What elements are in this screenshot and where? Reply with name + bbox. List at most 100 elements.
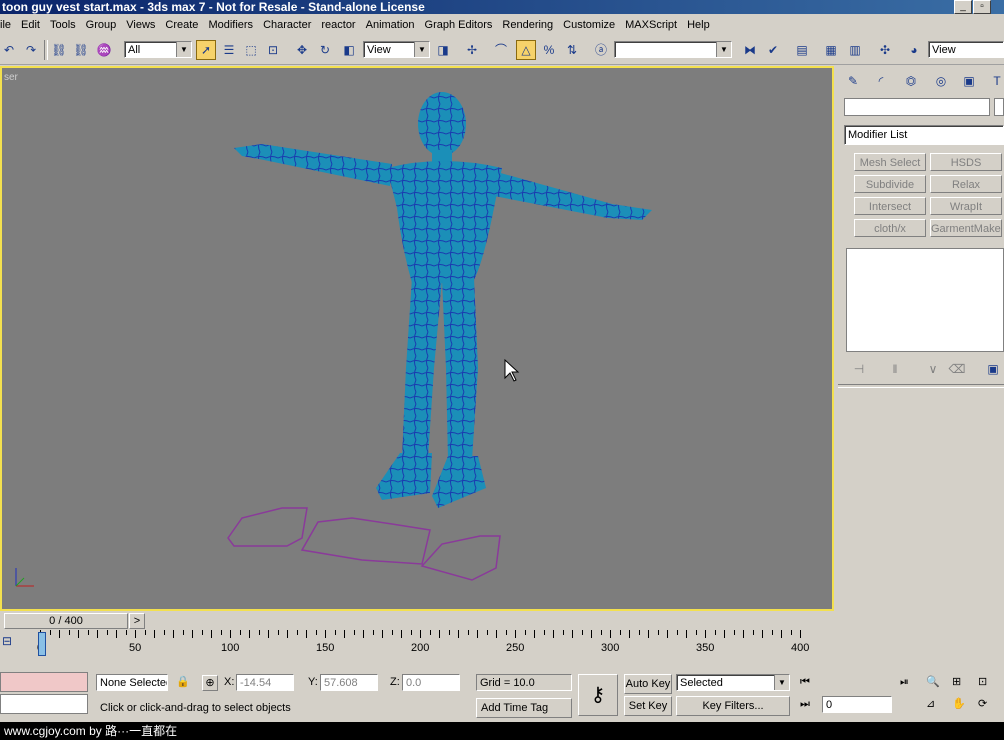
- select-and-link-icon[interactable]: ⛓: [50, 41, 68, 59]
- set-key-icon[interactable]: ⚷: [578, 674, 618, 716]
- utilities-tab-icon[interactable]: T: [988, 72, 1004, 90]
- show-end-result-icon[interactable]: ‖: [886, 360, 904, 378]
- object-color-swatch[interactable]: [994, 98, 1004, 116]
- menu-views[interactable]: Views: [121, 19, 160, 31]
- manipulate-icon[interactable]: ✢: [463, 41, 481, 59]
- menu-group[interactable]: Group: [81, 19, 122, 31]
- z-coord-field[interactable]: 0.0: [402, 674, 460, 691]
- wrapit-button[interactable]: WrapIt: [930, 197, 1002, 215]
- named-selection-dropdown[interactable]: ▼: [614, 41, 732, 58]
- relax-button[interactable]: Relax: [930, 175, 1002, 193]
- motion-tab-icon[interactable]: ◎: [932, 72, 950, 90]
- reference-coord-dropdown[interactable]: View ▼: [363, 41, 430, 58]
- arc-rotate-icon[interactable]: ⟳: [978, 696, 987, 713]
- modifier-list-dropdown[interactable]: Modifier List: [844, 125, 1004, 145]
- menu-graph-editors[interactable]: Graph Editors: [420, 19, 498, 31]
- display-tab-icon[interactable]: ▣: [960, 72, 978, 90]
- perspective-viewport[interactable]: ser: [0, 66, 834, 611]
- scale-icon[interactable]: ◧: [340, 41, 358, 59]
- zoom-extents-icon[interactable]: ⊡: [978, 674, 987, 691]
- maxscript-output-field[interactable]: [0, 694, 88, 714]
- menu-maxscript[interactable]: MAXScript: [620, 19, 682, 31]
- zoom-all-icon[interactable]: ⊞: [952, 674, 961, 691]
- track-bar[interactable]: ⊟ 050100150200250300350400: [0, 630, 836, 666]
- move-icon[interactable]: ✥: [293, 41, 311, 59]
- auto-key-button[interactable]: Auto Key: [624, 674, 672, 694]
- current-frame-field[interactable]: 0: [822, 696, 892, 713]
- key-mode-dropdown[interactable]: Selected ▼: [676, 674, 790, 691]
- redo-icon[interactable]: ↷: [22, 41, 40, 59]
- create-tab-icon[interactable]: ✎: [844, 72, 862, 90]
- intersect-button[interactable]: Intersect: [854, 197, 926, 215]
- menu-modifiers[interactable]: Modifiers: [203, 19, 258, 31]
- menu-customize[interactable]: Customize: [558, 19, 620, 31]
- selection-filter-dropdown[interactable]: All ▼: [124, 41, 192, 58]
- render-scene-icon[interactable]: ◕: [905, 41, 923, 59]
- key-mode-toggle-icon[interactable]: ⏭: [800, 696, 810, 713]
- go-to-start-icon[interactable]: ⏮: [800, 674, 810, 691]
- menu-animation[interactable]: Animation: [361, 19, 420, 31]
- named-selection-icon[interactable]: ⓐ: [592, 41, 610, 59]
- maxscript-listener-field[interactable]: [0, 672, 88, 692]
- schematic-view-icon[interactable]: ▥: [846, 41, 864, 59]
- play-icon[interactable]: ⏯: [900, 674, 909, 691]
- render-view-dropdown[interactable]: View: [928, 41, 1004, 58]
- pin-stack-icon[interactable]: ⊣: [850, 360, 868, 378]
- material-editor-icon[interactable]: ✣: [876, 41, 894, 59]
- track-bar-menu-icon[interactable]: ⊟: [2, 634, 12, 648]
- curve-editor-icon[interactable]: ▦: [822, 41, 840, 59]
- x-coord-field[interactable]: -14.54: [236, 674, 294, 691]
- menu-file[interactable]: ile: [0, 19, 16, 31]
- vest-pattern-shapes[interactable]: [227, 507, 501, 581]
- make-unique-icon[interactable]: ∨: [924, 360, 942, 378]
- menu-tools[interactable]: Tools: [45, 19, 81, 31]
- lock-selection-icon[interactable]: 🔒: [176, 674, 190, 691]
- modify-tab-icon[interactable]: ◜: [872, 72, 890, 90]
- subdivide-button[interactable]: Subdivide: [854, 175, 926, 193]
- pan-icon[interactable]: ✋: [952, 696, 966, 713]
- select-by-name-icon[interactable]: ☰: [220, 41, 238, 59]
- time-slider-marker[interactable]: [38, 632, 46, 656]
- rectangular-selection-icon[interactable]: ⬚: [242, 41, 260, 59]
- field-of-view-icon[interactable]: ⊿: [926, 696, 935, 713]
- zoom-icon[interactable]: 🔍: [926, 674, 940, 691]
- time-slider[interactable]: 0 / 400: [4, 613, 128, 629]
- menu-character[interactable]: Character: [258, 19, 316, 31]
- rotate-icon[interactable]: ↻: [316, 41, 334, 59]
- absolute-mode-icon[interactable]: ⊕: [202, 675, 218, 691]
- select-object-icon[interactable]: ➚: [196, 40, 216, 60]
- remove-modifier-icon[interactable]: ⌫: [948, 360, 966, 378]
- clothfx-button[interactable]: cloth/x: [854, 219, 926, 237]
- menu-create[interactable]: Create: [160, 19, 203, 31]
- menu-edit[interactable]: Edit: [16, 19, 45, 31]
- hsds-button[interactable]: HSDS: [930, 153, 1002, 171]
- angle-snap-icon[interactable]: △: [516, 40, 536, 60]
- character-mesh[interactable]: [234, 92, 652, 508]
- y-coord-field[interactable]: 57.608: [320, 674, 378, 691]
- add-time-tag-button[interactable]: Add Time Tag: [476, 698, 572, 718]
- pivot-center-icon[interactable]: ◨: [434, 41, 452, 59]
- modifier-stack-list[interactable]: [846, 248, 1004, 352]
- restore-button[interactable]: ▫: [973, 0, 991, 14]
- key-filters-button[interactable]: Key Filters...: [676, 696, 790, 716]
- spinner-snap-icon[interactable]: ⇅: [563, 41, 581, 59]
- menu-rendering[interactable]: Rendering: [497, 19, 558, 31]
- garmentmaker-button[interactable]: GarmentMaker: [930, 219, 1002, 237]
- bind-space-warp-icon[interactable]: ♒: [95, 41, 113, 59]
- percent-snap-icon[interactable]: %: [540, 41, 558, 59]
- next-frame-button[interactable]: >: [129, 613, 145, 629]
- unlink-icon[interactable]: ⛓: [72, 41, 90, 59]
- align-icon[interactable]: ✔: [764, 41, 782, 59]
- menu-help[interactable]: Help: [682, 19, 715, 31]
- menu-reactor[interactable]: reactor: [316, 19, 360, 31]
- hierarchy-tab-icon[interactable]: ⏣: [902, 72, 920, 90]
- mesh-select-button[interactable]: Mesh Select: [854, 153, 926, 171]
- mirror-icon[interactable]: ⧓: [741, 41, 759, 59]
- configure-modifier-sets-icon[interactable]: ▣: [984, 360, 1002, 378]
- set-key-button[interactable]: Set Key: [624, 696, 672, 716]
- undo-icon[interactable]: ↶: [0, 41, 18, 59]
- snap-toggle-icon[interactable]: ⌒: [492, 41, 510, 59]
- minimize-button[interactable]: _: [954, 0, 972, 14]
- layer-manager-icon[interactable]: ▤: [793, 41, 811, 59]
- object-name-field[interactable]: [844, 98, 990, 116]
